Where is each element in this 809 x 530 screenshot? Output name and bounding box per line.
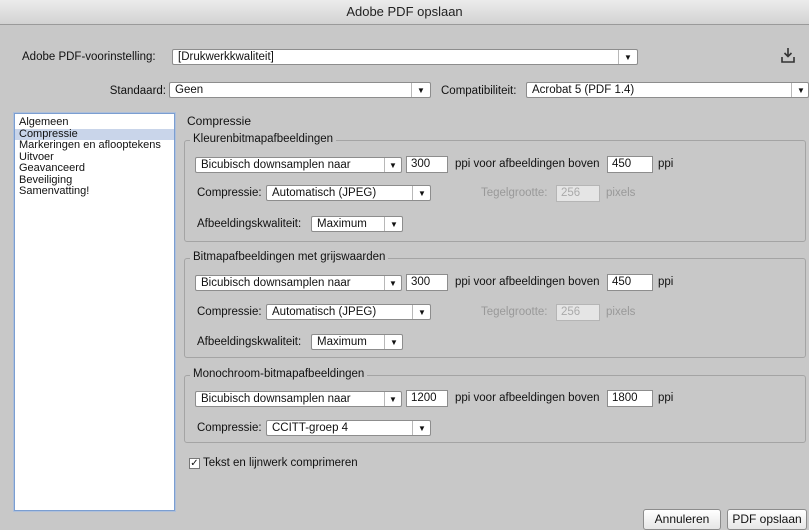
save-preset-icon[interactable] (780, 47, 796, 64)
compatibility-label: Compatibiliteit: (441, 85, 517, 97)
grayscale-images-title: Bitmapafbeeldingen met grijswaarden (190, 251, 389, 263)
category-list[interactable]: Algemeen Compressie Markeringen en afloo… (14, 113, 175, 511)
preset-dropdown[interactable]: [Drukwerkkwaliteit] ▼ (172, 49, 638, 65)
chevron-down-icon: ▼ (389, 395, 397, 404)
preset-value: [Drukwerkkwaliteit] (178, 51, 274, 63)
gray-quality-label: Afbeeldingskwaliteit: (197, 336, 302, 348)
mono-above-input[interactable]: 1800 (607, 390, 653, 407)
gray-above-input[interactable]: 450 (607, 274, 653, 291)
mono-above-label: ppi voor afbeeldingen boven (455, 392, 600, 404)
gray-compression-label: Compressie: (197, 306, 262, 318)
chevron-down-icon: ▼ (418, 424, 426, 433)
color-quality-label: Afbeeldingskwaliteit: (197, 218, 302, 230)
chevron-down-icon: ▼ (389, 279, 397, 288)
color-compression-label: Compressie: (197, 187, 262, 199)
window-title: Adobe PDF opslaan (0, 0, 809, 25)
chevron-down-icon: ▼ (624, 53, 632, 62)
sidebar-item-marks-and-bleeds[interactable]: Markeringen en aflooptekens (15, 139, 174, 152)
color-quality-dropdown[interactable]: Maximum ▼ (311, 216, 403, 232)
gray-tile-input: 256 (556, 304, 600, 321)
cancel-button[interactable]: Annuleren (643, 509, 721, 530)
chevron-down-icon: ▼ (797, 86, 805, 95)
gray-tile-label: Tegelgrootte: (481, 306, 548, 318)
chevron-down-icon: ▼ (418, 189, 426, 198)
color-above-input[interactable]: 450 (607, 156, 653, 173)
compatibility-dropdown[interactable]: Acrobat 5 (PDF 1.4) ▼ (526, 82, 809, 98)
gray-above-label: ppi voor afbeeldingen boven (455, 276, 600, 288)
sidebar-item-summary[interactable]: Samenvatting! (15, 185, 174, 198)
color-above-label: ppi voor afbeeldingen boven (455, 158, 600, 170)
sidebar-item-general[interactable]: Algemeen (15, 116, 174, 129)
standard-label: Standaard: (109, 85, 166, 97)
compatibility-value: Acrobat 5 (PDF 1.4) (532, 84, 635, 96)
save-pdf-button[interactable]: PDF opslaan (727, 509, 807, 530)
chevron-down-icon: ▼ (390, 338, 398, 347)
monochrome-images-title: Monochroom-bitmapafbeeldingen (190, 368, 368, 380)
chevron-down-icon: ▼ (417, 86, 425, 95)
standard-value: Geen (175, 84, 204, 96)
standard-dropdown[interactable]: Geen ▼ (169, 82, 431, 98)
section-title: Compressie (187, 114, 252, 128)
mono-ppi-input[interactable]: 1200 (406, 390, 448, 407)
chevron-down-icon: ▼ (389, 161, 397, 170)
color-ppi-input[interactable]: 300 (406, 156, 448, 173)
color-sampling-dropdown[interactable]: Bicubisch downsamplen naar ▼ (195, 157, 402, 173)
sidebar-item-advanced[interactable]: Geavanceerd (15, 162, 174, 175)
mono-compression-label: Compressie: (197, 422, 262, 434)
color-tile-label: Tegelgrootte: (481, 187, 548, 199)
color-compression-dropdown[interactable]: Automatisch (JPEG) ▼ (266, 185, 431, 201)
compress-text-checkbox[interactable]: ✓ (189, 458, 200, 469)
gray-compression-dropdown[interactable]: Automatisch (JPEG) ▼ (266, 304, 431, 320)
gray-sampling-dropdown[interactable]: Bicubisch downsamplen naar ▼ (195, 275, 402, 291)
chevron-down-icon: ▼ (390, 220, 398, 229)
color-tile-input: 256 (556, 185, 600, 202)
gray-ppi-input[interactable]: 300 (406, 274, 448, 291)
gray-quality-dropdown[interactable]: Maximum ▼ (311, 334, 403, 350)
chevron-down-icon: ▼ (418, 308, 426, 317)
compress-text-label: Tekst en lijnwerk comprimeren (203, 457, 358, 469)
mono-compression-dropdown[interactable]: CCITT-groep 4 ▼ (266, 420, 431, 436)
color-images-title: Kleurenbitmapafbeeldingen (190, 133, 337, 145)
mono-sampling-dropdown[interactable]: Bicubisch downsamplen naar ▼ (195, 391, 402, 407)
preset-label: Adobe PDF-voorinstelling: (22, 51, 156, 63)
